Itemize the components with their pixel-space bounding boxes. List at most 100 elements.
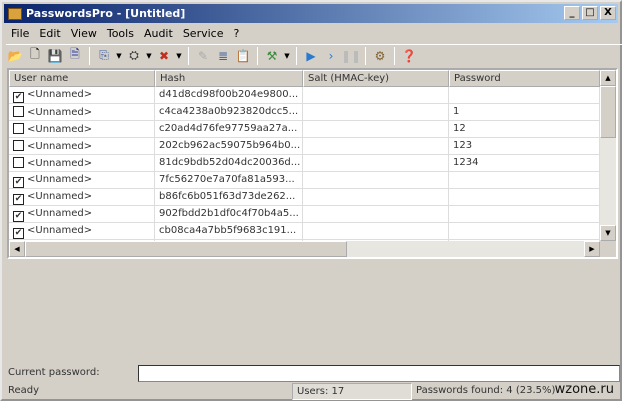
delete-dropdown-icon[interactable]: ▼: [175, 47, 183, 65]
menu-edit[interactable]: Edit: [34, 25, 65, 42]
user-cell: <Unnamed>: [9, 121, 155, 137]
password-cell: [449, 189, 600, 205]
scroll-up-icon[interactable]: ▲: [600, 70, 616, 86]
menu-bar: File Edit View Tools Audit Service ?: [6, 25, 244, 42]
row-checkbox[interactable]: ✔: [13, 194, 24, 205]
resume-icon[interactable]: ›: [322, 47, 340, 65]
salt-cell: [303, 104, 449, 120]
user-cell: <Unnamed>: [9, 155, 155, 171]
toolbar: 📂 🗋 💾 🗎 ⎘ ▼ ⛭ ▼ ✖ ▼ ✎ ≣ 📋 ⚒ ▼ ▶ › ❚❚ ⚙ ❓: [6, 44, 622, 66]
row-checkbox[interactable]: [13, 106, 24, 117]
user-cell: <Unnamed>: [9, 138, 155, 154]
user-cell: <Unnamed>: [9, 104, 155, 120]
start-icon[interactable]: ▶: [302, 47, 320, 65]
column-salt[interactable]: Salt (HMAC-key): [303, 70, 449, 87]
user-name: <Unnamed>: [27, 174, 93, 185]
attack-icon[interactable]: ⚒: [263, 47, 281, 65]
row-checkbox[interactable]: ✔: [13, 228, 24, 239]
table-row[interactable]: ✔ <Unnamed> d41d8cd98f00b204e9800...: [9, 87, 616, 104]
salt-cell: [303, 172, 449, 188]
salt-cell: [303, 206, 449, 222]
salt-cell: [303, 155, 449, 171]
import-icon[interactable]: ⎘: [95, 47, 113, 65]
user-cell: ✔<Unnamed>: [9, 172, 155, 188]
watermark: wzone.ru: [554, 382, 614, 397]
pause-icon[interactable]: ❚❚: [341, 47, 361, 65]
horizontal-scrollbar[interactable]: ◀ ▶: [9, 241, 600, 257]
table-row[interactable]: ✔ <Unnamed> b86fc6b051f63d73de262...: [9, 189, 616, 206]
table-row[interactable]: <Unnamed> c20ad4d76fe97759aa27a... 12: [9, 121, 616, 138]
scroll-right-icon[interactable]: ▶: [584, 241, 600, 257]
current-password-field[interactable]: [138, 365, 620, 382]
table-row[interactable]: <Unnamed> 81dc9bdb52d04dc20036d... 1234: [9, 155, 616, 172]
password-cell: [449, 206, 600, 222]
password-cell: [449, 172, 600, 188]
password-cell: 123: [449, 138, 600, 154]
table-row[interactable]: ✔ <Unnamed> 7fc56270e7a70fa81a593...: [9, 172, 616, 189]
horizontal-scroll-thumb[interactable]: [25, 241, 347, 257]
hash-cell: 81dc9bdb52d04dc20036d...: [155, 155, 303, 171]
menu-audit[interactable]: Audit: [139, 25, 178, 42]
column-user-name[interactable]: User name: [9, 70, 155, 87]
hash-cell: d41d8cd98f00b204e9800...: [155, 87, 303, 103]
user-cell: ✔<Unnamed>: [9, 206, 155, 222]
attack-dropdown-icon[interactable]: ▼: [283, 47, 291, 65]
table-row[interactable]: <Unnamed> c4ca4238a0b923820dcc5... 1: [9, 104, 616, 121]
hash-table: User name Hash Salt (HMAC-key) Password …: [7, 68, 618, 259]
user-name: <Unnamed>: [27, 158, 93, 169]
find-icon[interactable]: ⛭: [125, 47, 143, 65]
salt-cell: [303, 223, 449, 239]
find-dropdown-icon[interactable]: ▼: [145, 47, 153, 65]
delete-icon[interactable]: ✖: [155, 47, 173, 65]
menu-view[interactable]: View: [66, 25, 102, 42]
menu-tools[interactable]: Tools: [102, 25, 139, 42]
edit-icon[interactable]: ✎: [194, 47, 212, 65]
status-bar: Ready Users: 17 Passwords found: 4 (23.5…: [4, 383, 622, 400]
row-checkbox[interactable]: [13, 123, 24, 134]
open-icon[interactable]: 📂: [6, 47, 24, 65]
vertical-scroll-thumb[interactable]: [600, 86, 616, 138]
hash-cell: c20ad4d76fe97759aa27a...: [155, 121, 303, 137]
table-row[interactable]: <Unnamed> 202cb962ac59075b964b0... 123: [9, 138, 616, 155]
column-hash[interactable]: Hash: [155, 70, 303, 87]
scroll-down-icon[interactable]: ▼: [600, 225, 616, 241]
column-password[interactable]: Password: [449, 70, 600, 87]
menu-file[interactable]: File: [6, 25, 34, 42]
password-cell: [449, 87, 600, 103]
import-dropdown-icon[interactable]: ▼: [115, 47, 123, 65]
table-row[interactable]: ✔ <Unnamed> cb08ca4a7bb5f9683c191...: [9, 223, 616, 240]
user-name: <Unnamed>: [27, 89, 93, 100]
scroll-left-icon[interactable]: ◀: [9, 241, 25, 257]
user-name: <Unnamed>: [27, 208, 93, 219]
row-checkbox[interactable]: [13, 140, 24, 151]
menu-help[interactable]: ?: [228, 25, 244, 42]
password-cell: 1: [449, 104, 600, 120]
hash-cell: c4ca4238a0b923820dcc5...: [155, 104, 303, 120]
settings-icon[interactable]: ⚙: [371, 47, 389, 65]
row-checkbox[interactable]: ✔: [13, 177, 24, 188]
window-title: PasswordsPro - [Untitled]: [26, 7, 186, 20]
hash-cell: 902fbdd2b1df0c4f70b4a5...: [155, 206, 303, 222]
salt-cell: [303, 138, 449, 154]
save-as-icon[interactable]: 🗎: [66, 47, 84, 65]
help-icon[interactable]: ❓: [400, 47, 418, 65]
minimize-button[interactable]: _: [564, 6, 580, 20]
user-cell: ✔<Unnamed>: [9, 223, 155, 239]
row-checkbox[interactable]: ✔: [13, 211, 24, 222]
salt-cell: [303, 87, 449, 103]
row-checkbox[interactable]: [13, 157, 24, 168]
close-button[interactable]: X: [600, 6, 616, 20]
table-row[interactable]: ✔ <Unnamed> 902fbdd2b1df0c4f70b4a5...: [9, 206, 616, 223]
save-icon[interactable]: 💾: [46, 47, 64, 65]
user-cell: ✔<Unnamed>: [9, 87, 155, 103]
password-cell: 1234: [449, 155, 600, 171]
menu-service[interactable]: Service: [178, 25, 229, 42]
vertical-scrollbar[interactable]: ▲ ▼: [600, 70, 616, 241]
new-icon[interactable]: 🗋: [26, 47, 44, 65]
paste-icon[interactable]: 📋: [234, 47, 252, 65]
status-users: Users: 17: [292, 383, 412, 400]
user-name: <Unnamed>: [27, 141, 93, 152]
row-checkbox[interactable]: ✔: [13, 92, 24, 103]
add-user-icon[interactable]: ≣: [214, 47, 232, 65]
maximize-button[interactable]: □: [582, 6, 598, 20]
